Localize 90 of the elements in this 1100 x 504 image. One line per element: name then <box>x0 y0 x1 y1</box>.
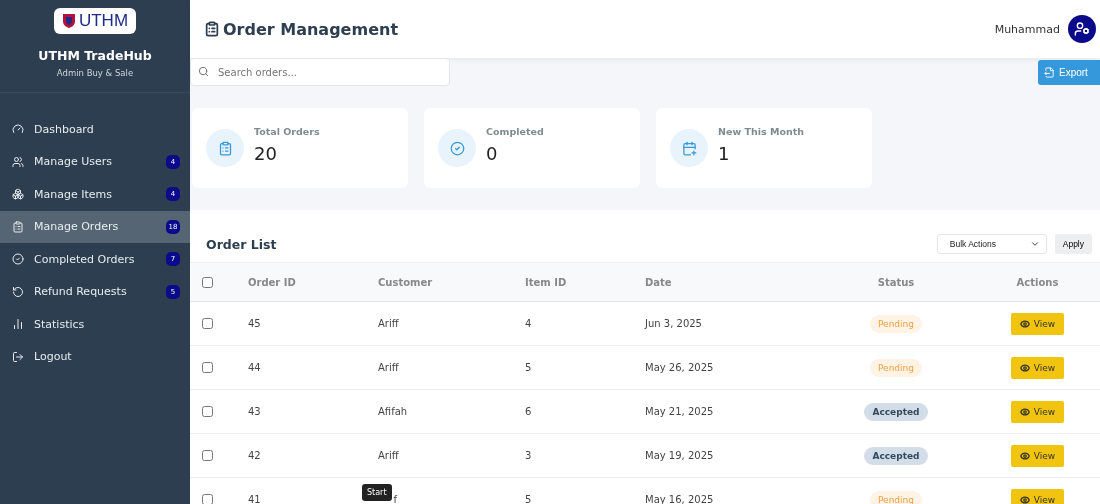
table-cell-text: Jun 3, 2025 <box>645 318 703 329</box>
clipboard-icon <box>12 220 24 233</box>
table-cell-text: 43 <box>248 406 262 417</box>
logout-icon <box>12 350 24 363</box>
table-cell: f <box>393 494 398 504</box>
undo-icon <box>12 285 24 298</box>
row-checkbox[interactable] <box>202 362 213 373</box>
clipboard-icon <box>204 21 220 37</box>
gauge-icon <box>12 123 24 136</box>
chevron-down-icon <box>1029 239 1040 249</box>
sidebar-label: Manage Users <box>34 155 113 169</box>
sidebar-item[interactable]: Statistics <box>0 308 190 341</box>
app-subtitle: Admin Buy & Sale <box>56 68 134 78</box>
table-cell-text: May 19, 2025 <box>645 450 715 461</box>
users-icon <box>12 155 24 168</box>
row-checkbox[interactable] <box>202 494 213 504</box>
apply-button[interactable]: Apply <box>1054 234 1092 254</box>
sidebar-item[interactable]: Dashboard <box>0 113 190 146</box>
column-header: Order ID <box>248 276 297 288</box>
eye-icon <box>1019 494 1030 504</box>
eye-icon <box>1019 318 1030 329</box>
stat-value: 20 <box>254 143 278 164</box>
check-circle-icon <box>438 129 476 167</box>
view-button[interactable]: View <box>1011 488 1064 504</box>
stat-label: Completed <box>486 126 544 137</box>
column-header: Item ID <box>525 276 568 288</box>
section-title: Order List <box>206 236 277 252</box>
stat-label: Total Orders <box>254 126 320 137</box>
stat-value: 0 <box>486 143 499 164</box>
table-cell: Ariff <box>378 362 399 373</box>
stat-label: New This Month <box>718 126 804 137</box>
row-checkbox[interactable] <box>202 450 213 461</box>
eye-icon <box>1019 362 1030 373</box>
status-badge: Pending <box>870 358 922 377</box>
row-checkbox[interactable] <box>202 406 213 417</box>
status-badge: Accepted <box>864 402 928 421</box>
bar-chart-icon <box>12 318 24 331</box>
table-cell-text: 3 <box>525 450 533 461</box>
table-cell-text: 44 <box>248 362 262 373</box>
view-button[interactable]: View <box>1011 444 1064 467</box>
view-button[interactable]: View <box>1011 356 1064 379</box>
status-badge: Pending <box>870 314 922 333</box>
select-all-checkbox[interactable] <box>202 276 213 288</box>
file-export-icon <box>1044 67 1055 78</box>
sidebar-label: Statistics <box>34 317 86 331</box>
table-cell: Afifah <box>378 406 408 417</box>
column-header: Actions <box>1015 276 1060 288</box>
table-cell: Ariff <box>378 450 399 461</box>
sidebar-label: Manage Items <box>34 187 113 201</box>
eye-icon <box>1019 406 1030 417</box>
column-header: Date <box>645 276 673 288</box>
avatar[interactable] <box>1068 15 1096 43</box>
sidebar-label: Dashboard <box>34 122 95 136</box>
bulk-actions-select[interactable]: Bulk Actions <box>936 234 1047 254</box>
view-button[interactable]: View <box>1011 400 1064 423</box>
tooltip: Start <box>362 484 392 501</box>
sidebar-label: Refund Requests <box>34 285 128 299</box>
clipboard-icon <box>206 129 244 167</box>
sidebar-item[interactable]: Logout <box>0 340 190 373</box>
status-badge: Accepted <box>864 446 928 465</box>
table-cell: Ariff <box>378 318 399 329</box>
app-title: UTHM TradeHub <box>38 48 152 63</box>
table-cell-text: May 21, 2025 <box>645 406 715 417</box>
table-cell-text: 5 <box>525 494 533 504</box>
status-badge: Pending <box>870 490 922 504</box>
table-cell-text: 4 <box>525 318 533 329</box>
sidebar-label: Manage Orders <box>34 220 120 234</box>
table-cell-text: 42 <box>248 450 262 461</box>
column-header: Customer <box>378 276 434 288</box>
column-header: Status <box>876 276 916 288</box>
stat-value: 1 <box>718 143 731 164</box>
sidebar-label: Logout <box>34 350 73 364</box>
eye-icon <box>1019 450 1030 461</box>
table-cell-text: 6 <box>525 406 533 417</box>
user-name: Muhammad <box>994 22 1060 36</box>
calendar-plus-icon <box>670 129 708 167</box>
page-title: Order Management <box>223 19 399 39</box>
search-field[interactable]: Search orders... <box>190 58 450 86</box>
table-cell-text: 5 <box>525 362 533 373</box>
sidebar-label: Completed Orders <box>34 252 136 266</box>
table-cell-text: 41 <box>248 494 262 504</box>
logo: UTHM <box>53 8 137 34</box>
row-checkbox[interactable] <box>202 318 213 329</box>
table-cell-text: May 26, 2025 <box>645 362 715 373</box>
check-circle-icon <box>12 253 24 266</box>
search-icon <box>198 66 209 77</box>
view-button[interactable]: View <box>1011 312 1064 335</box>
boxes-icon <box>12 188 24 201</box>
shield-icon <box>61 13 76 29</box>
table-cell-text: 45 <box>248 318 262 329</box>
